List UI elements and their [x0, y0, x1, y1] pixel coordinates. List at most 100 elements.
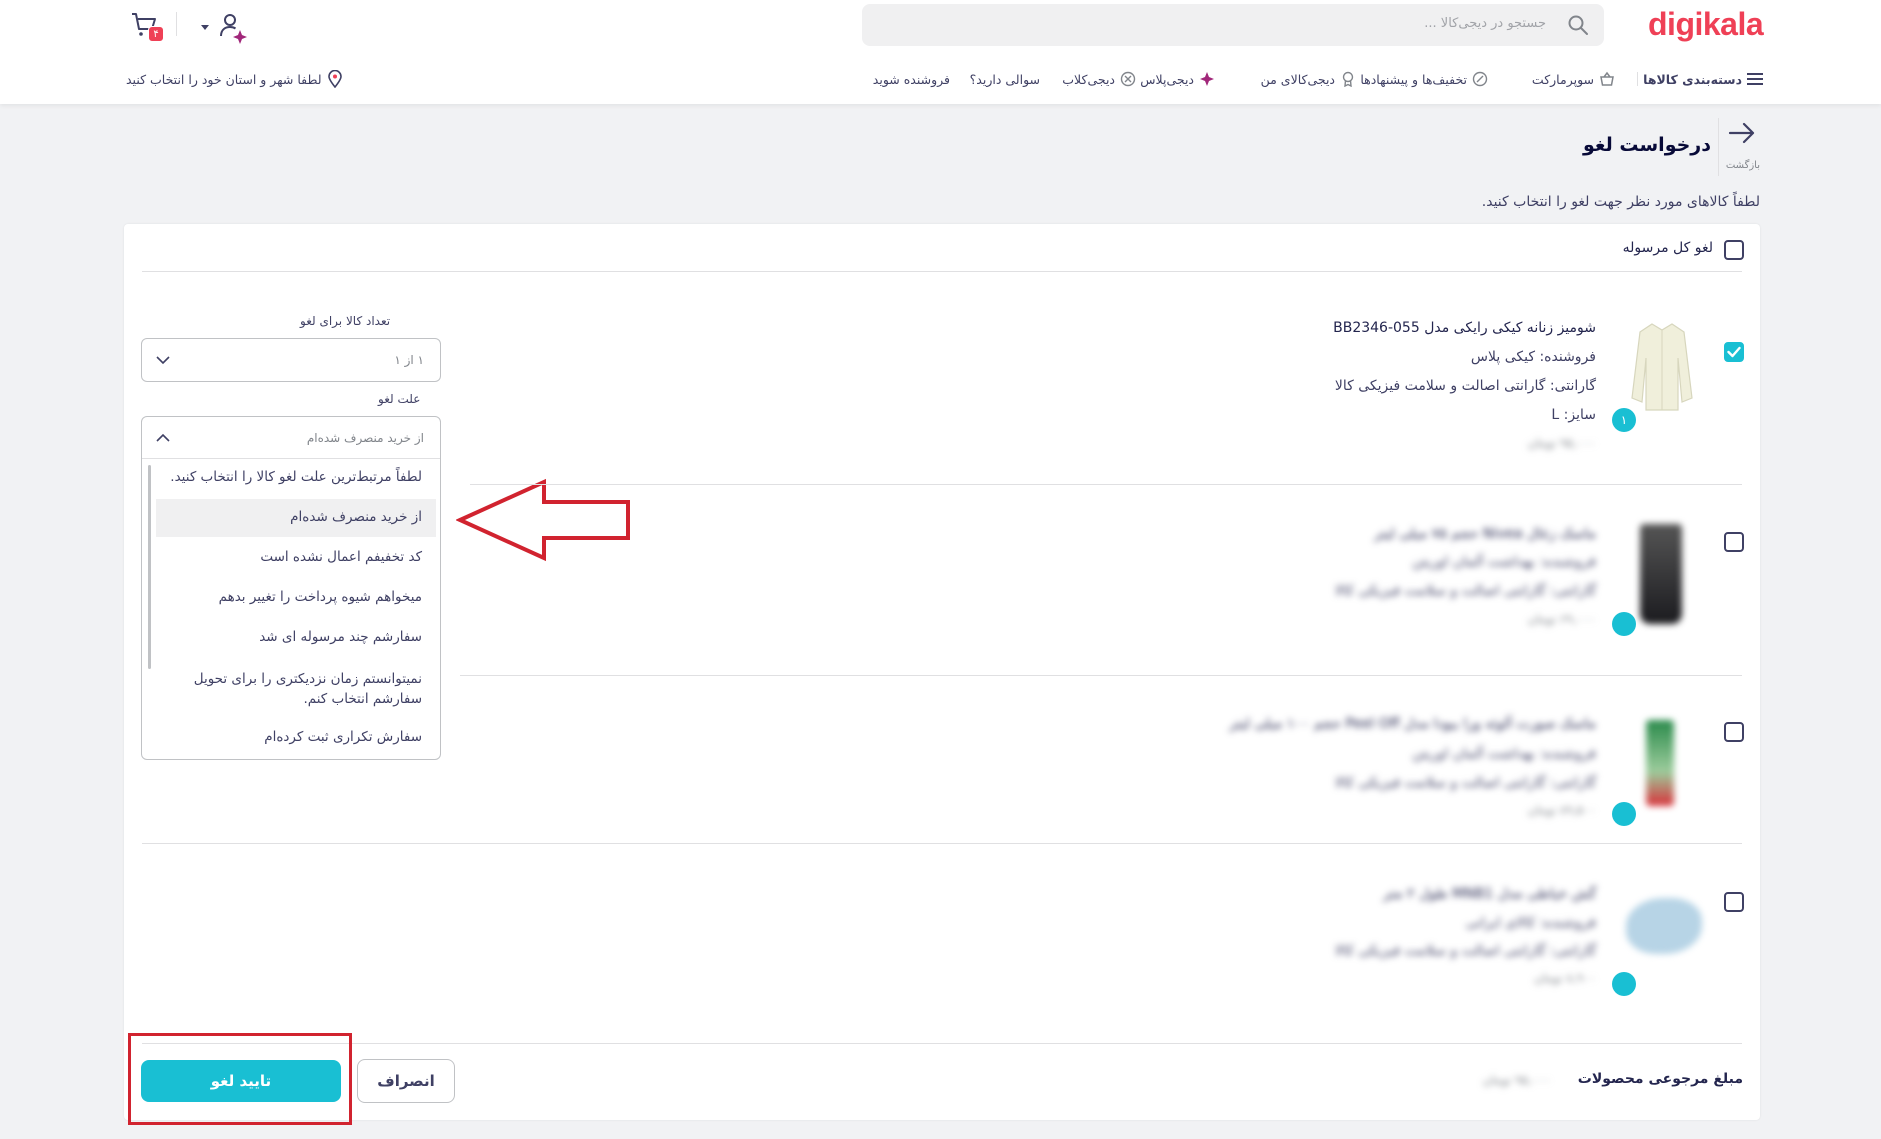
header-divider	[176, 12, 177, 36]
title-divider	[1718, 118, 1719, 176]
qty-select[interactable]: ۱ از ۱	[141, 338, 441, 382]
item-3-qty-badge	[1612, 802, 1636, 826]
nav-categories-label: دسته‌بندی کالاها	[1643, 71, 1742, 87]
item-3-image	[1646, 720, 1674, 806]
item-3-price: ۸۹,۵۰۰ تومان	[1527, 803, 1596, 817]
reason-option-selected[interactable]: از خرید منصرف شده‌ام	[156, 509, 430, 525]
nav-supermarket-label: سوپرمارکت	[1531, 71, 1594, 87]
annotation-arrow-icon	[456, 478, 630, 562]
reason-option[interactable]: نمیتوانستم زمان نزدیکتری را برای تحویل س…	[156, 669, 430, 709]
item-4-price: ۸,۹۰۰ تومان	[1534, 971, 1596, 985]
location-selector[interactable]: لطفا شهر و استان خود را انتخاب کنید	[126, 68, 343, 90]
arrow-right-icon	[1728, 122, 1755, 144]
divider	[142, 271, 1742, 272]
item-1-price: ۹۵,۰۰۰ تومان	[1527, 436, 1596, 450]
nav-questions[interactable]: سوالی دارید؟	[970, 68, 1040, 90]
nav-my-digikala-label: دیجی‌کالای من	[1260, 71, 1335, 87]
nav-my-digikala[interactable]: دیجی‌کالای من	[1261, 68, 1356, 90]
item-2-checkbox[interactable]	[1724, 532, 1744, 552]
item-2-name: ماسک زغال Nivea حجم ۷۵ میلی لیتر	[1374, 526, 1596, 542]
nav-supermarket[interactable]: سوپرمارکت	[1532, 68, 1615, 90]
nav-digiplus-label: دیجی‌پلاس	[1140, 71, 1194, 87]
item-2-qty-badge	[1612, 612, 1636, 636]
dropdown-scrollbar[interactable]	[148, 465, 151, 669]
divider	[142, 843, 1742, 844]
item-1-name: شومیز زنانه کیکی رایکی مدل BB2346-055	[1333, 320, 1596, 336]
item-4-image	[1626, 898, 1702, 954]
reason-option[interactable]: لطفاً مرتبط‌ترین علت لغو کالا را انتخاب …	[156, 469, 430, 485]
annotation-highlight-box	[128, 1033, 352, 1125]
divider	[142, 1043, 1742, 1044]
cancel-all-checkbox[interactable]	[1724, 240, 1744, 260]
refund-label: مبلغ مرجوعی محصولات	[1577, 1071, 1743, 1087]
reason-label: علت لغو	[378, 392, 421, 406]
item-3-seller: فروشنده: بهداشت آلمان اوریتن	[1412, 746, 1596, 762]
nav-become-seller[interactable]: فروشنده شوید	[873, 68, 950, 90]
nav-divider	[1637, 72, 1638, 86]
item-2-image	[1640, 524, 1682, 624]
search-bar[interactable]: جستجو در دیجی‌کالا ...	[862, 4, 1604, 46]
site-header: digikala جستجو در دیجی‌کالا ... ۴ دسته‌ب…	[0, 0, 1881, 104]
cart-count-badge: ۴	[148, 26, 164, 42]
checkmark-icon	[1727, 346, 1741, 358]
search-placeholder: جستجو در دیجی‌کالا ...	[1424, 16, 1546, 31]
item-4-name: گش خیاطی مدل MNB1 طول ۲ متر	[1383, 886, 1596, 902]
back-button[interactable]: بازگشت	[1720, 118, 1764, 178]
divider	[460, 675, 1742, 676]
digiplus-icon	[1200, 72, 1214, 86]
reason-select-value: از خرید منصرف شده‌ام	[306, 431, 424, 445]
item-4-warranty: گارانتی: گارانتی اصالت و سلامت فیزیکی کا…	[1334, 943, 1596, 959]
location-label: لطفا شهر و استان خود را انتخاب کنید	[126, 71, 322, 87]
back-label: بازگشت	[1725, 160, 1760, 171]
item-4-seller: فروشنده: کالای ایرانی	[1465, 915, 1596, 931]
item-1-seller: فروشنده: کیکی پلاس	[1470, 349, 1596, 365]
divider	[470, 484, 1742, 485]
search-icon	[1568, 15, 1588, 35]
menu-icon	[1747, 73, 1763, 85]
item-2-price: ۶۹,۰۰۰ تومان	[1527, 612, 1596, 626]
nav-become-seller-label: فروشنده شوید	[872, 71, 950, 87]
page-title: درخواست لغو	[1583, 134, 1711, 156]
reason-option[interactable]: میخواهم شیوه پرداخت را تغییر بدهم	[156, 589, 430, 605]
shirt-image	[1631, 323, 1693, 411]
item-1-size: سایز: L	[1551, 407, 1596, 423]
qty-label: تعداد کالا برای لغو	[300, 314, 391, 328]
discount-icon	[1472, 71, 1488, 87]
refund-value: ۹۵,۰۰۰ تومان	[1482, 1073, 1551, 1087]
chevron-up-icon	[156, 433, 170, 442]
reason-select[interactable]: از خرید منصرف شده‌ام لطفاً مرتبط‌ترین عل…	[141, 416, 441, 760]
nav-digiplus[interactable]: دیجی‌پلاس	[1140, 68, 1215, 90]
item-1-checkbox[interactable]	[1724, 342, 1744, 362]
user-menu-button[interactable]	[196, 10, 252, 44]
nav-digiclub[interactable]: دیجی‌کلاب	[1062, 68, 1136, 90]
reason-option[interactable]: سفارشم چند مرسوله ای شد	[156, 629, 430, 645]
item-4-checkbox[interactable]	[1724, 892, 1744, 912]
reason-option[interactable]: سفارش تکراری ثبت کرده‌ام	[156, 729, 430, 745]
item-3-warranty: گارانتی: گارانتی اصالت و سلامت فیزیکی کا…	[1334, 775, 1596, 791]
nav-digiclub-label: دیجی‌کلاب	[1062, 71, 1115, 87]
basket-icon	[1600, 71, 1614, 86]
item-3-name: ماسک صورت آلوئه ورا بیودا مدل Peel Off ح…	[1229, 716, 1596, 732]
item-3-checkbox[interactable]	[1724, 722, 1744, 742]
nav-offers[interactable]: تخفیف‌ها و پیشنهادها	[1360, 68, 1488, 90]
nav-categories[interactable]: دسته‌بندی کالاها	[1643, 68, 1763, 90]
cart-button[interactable]: ۴	[130, 10, 166, 44]
nav-offers-label: تخفیف‌ها و پیشنهادها	[1360, 71, 1467, 87]
cancel-all-label: لغو کل مرسوله	[1622, 240, 1713, 256]
location-pin-icon	[327, 70, 342, 88]
reason-select-header[interactable]: از خرید منصرف شده‌ام	[142, 417, 440, 459]
nav-questions-label: سوالی دارید؟	[969, 71, 1040, 87]
item-1-image	[1626, 318, 1698, 414]
item-1-qty-badge: ۱	[1612, 408, 1636, 432]
user-icon	[220, 14, 247, 44]
item-2-seller: فروشنده: بهداشت آلمان اوریتن	[1412, 554, 1596, 570]
qty-select-value: ۱ از ۱	[394, 353, 424, 367]
digikala-logo[interactable]: digikala	[1648, 6, 1764, 43]
reason-option[interactable]: کد تخفیفم اعمال نشده است	[156, 549, 430, 565]
club-icon	[1120, 71, 1136, 87]
chevron-down-icon	[156, 356, 170, 365]
chevron-down-icon	[201, 25, 209, 30]
cancel-button[interactable]: انصراف	[357, 1059, 455, 1103]
item-1-warranty: گارانتی: گارانتی اصالت و سلامت فیزیکی کا…	[1334, 378, 1596, 394]
item-4-qty-badge	[1612, 972, 1636, 996]
